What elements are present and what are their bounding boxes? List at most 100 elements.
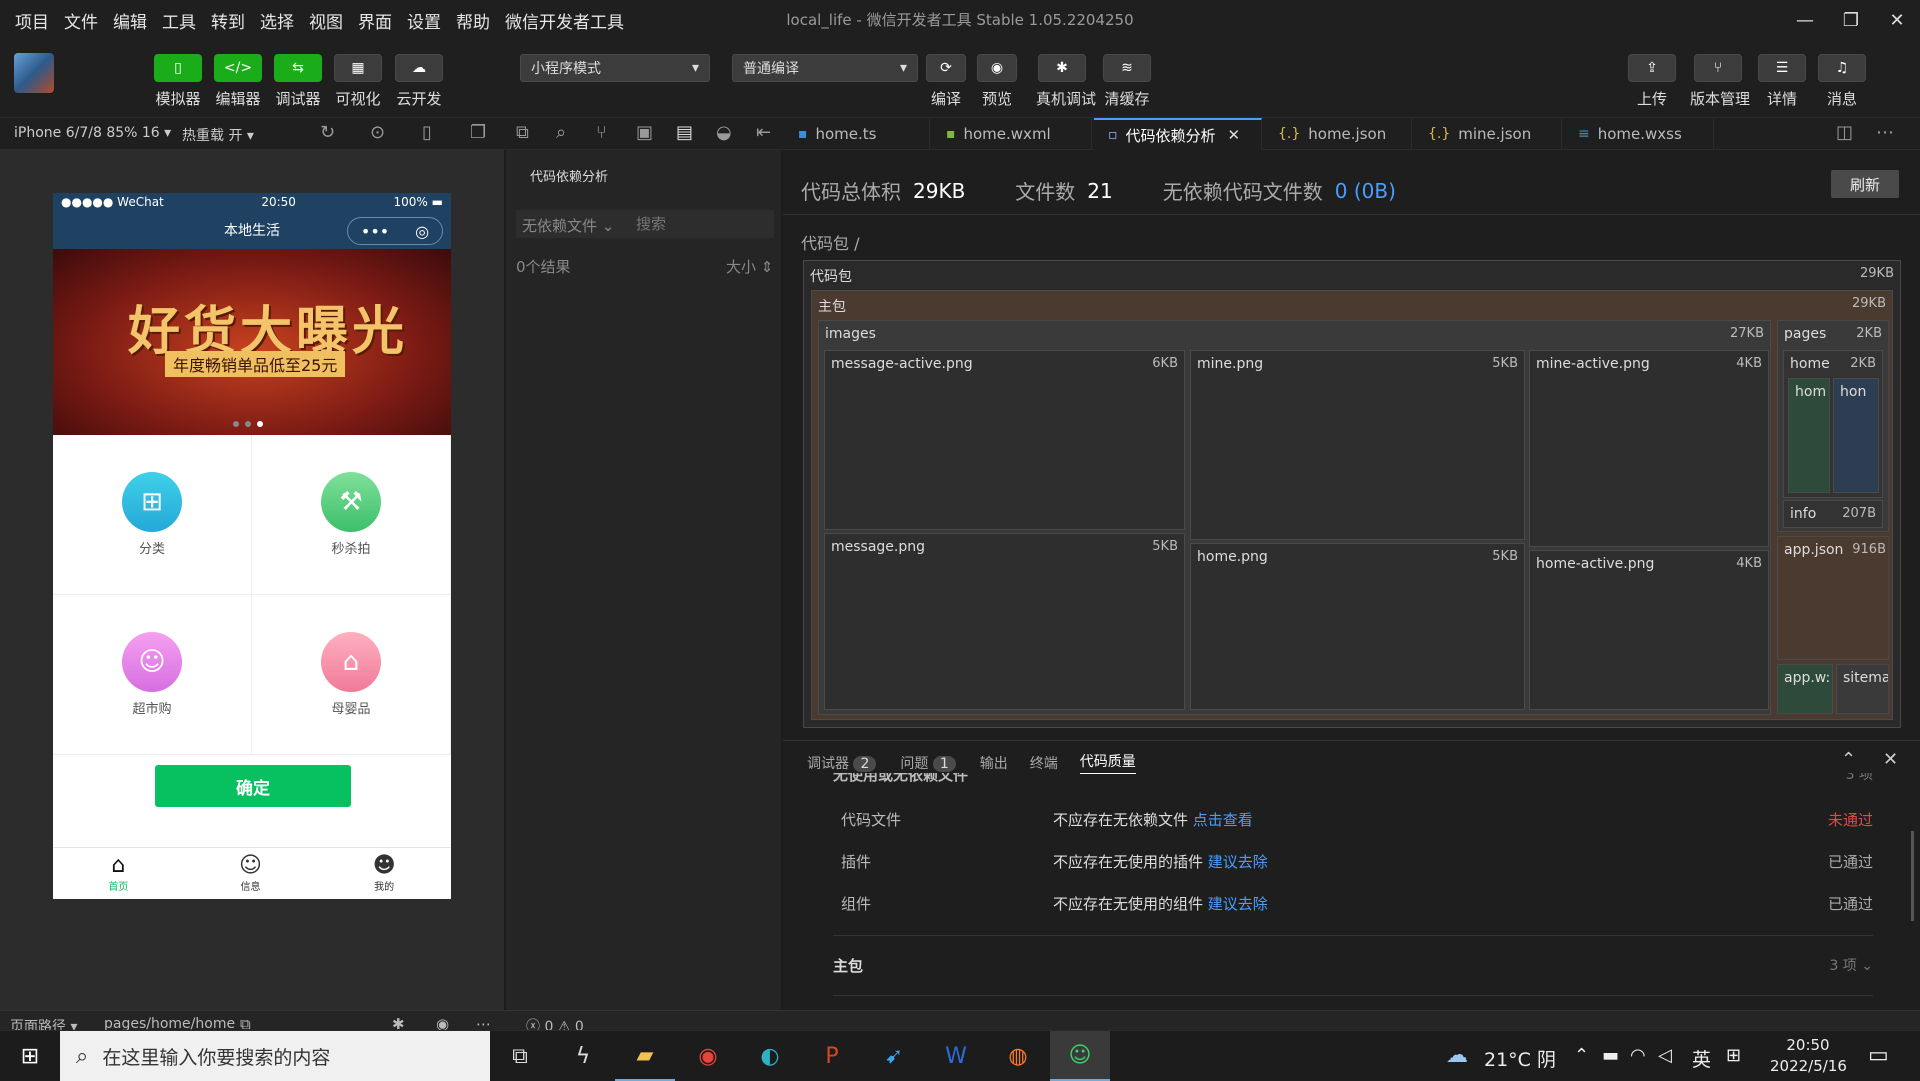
section-main-package[interactable]: 主包 3 项 ⌄ <box>833 947 1873 987</box>
tab-code-analysis[interactable]: ▫ 代码依赖分析 ✕ <box>1094 118 1262 150</box>
weather[interactable]: 21°C 阴 <box>1484 1045 1556 1072</box>
treemap-home-file[interactable]: hom <box>1788 378 1830 493</box>
suggest-link[interactable]: 建议去除 <box>1208 895 1268 913</box>
chevron-up-icon[interactable]: ⌃ <box>1574 1045 1589 1066</box>
search-input[interactable] <box>636 212 766 236</box>
target-icon[interactable]: ◎ <box>415 222 429 241</box>
editor-button[interactable]: </> 编辑器 <box>212 54 264 109</box>
mode-select[interactable]: 小程序模式 ▾ <box>520 54 710 82</box>
compile-select[interactable]: 普通编译 ▾ <box>732 54 918 82</box>
docker-icon[interactable]: ◒ <box>716 122 732 143</box>
tabbar-home[interactable]: ⌂ 首页 <box>108 854 128 894</box>
battery-icon[interactable]: ▬ <box>1602 1045 1619 1066</box>
cloud-button[interactable]: ☁ 云开发 <box>393 54 445 109</box>
extensions-icon[interactable]: ▣ <box>636 122 653 143</box>
git-icon[interactable]: ⑂ <box>596 122 607 143</box>
collapse-icon[interactable]: ⇤ <box>756 122 771 143</box>
view-link[interactable]: 点击查看 <box>1193 811 1253 829</box>
ime-mode-icon[interactable]: ⊞ <box>1726 1045 1741 1066</box>
treemap-app-json[interactable]: app.json 916B <box>1777 536 1889 660</box>
menu-select[interactable]: 选择 <box>260 8 294 33</box>
remote-debug-button[interactable]: ✱ 真机调试 <box>1036 54 1096 109</box>
menu-help[interactable]: 帮助 <box>456 8 490 33</box>
tab-home-wxml[interactable]: ▪ home.wxml <box>932 118 1092 150</box>
more-icon[interactable]: ⋯ <box>1876 122 1894 143</box>
messages-button[interactable]: ♫ 消息 <box>1816 54 1868 109</box>
confirm-button[interactable]: 确定 <box>155 765 351 807</box>
popout-icon[interactable]: ❐ <box>470 122 486 143</box>
treemap-file[interactable]: home.png 5KB <box>1190 543 1525 710</box>
tab-home-ts[interactable]: ▪ home.ts <box>784 118 930 150</box>
lightning-icon[interactable]: ϟ <box>553 1031 613 1081</box>
tabbar-message[interactable]: ☺ 信息 <box>239 854 262 894</box>
tab-terminal[interactable]: 终端 <box>1030 753 1058 773</box>
details-button[interactable]: ☰ 详情 <box>1756 54 1808 109</box>
search-icon[interactable]: ⌕ <box>556 122 566 143</box>
treemap-file[interactable]: home-active.png 4KB <box>1529 550 1769 710</box>
version-button[interactable]: ⑂ 版本管理 <box>1690 54 1750 109</box>
clock[interactable]: 20:50 2022/5/16 <box>1770 1035 1847 1077</box>
suggest-link[interactable]: 建议去除 <box>1208 853 1268 871</box>
treemap-file[interactable]: message.png 5KB <box>824 533 1185 710</box>
tab-debugger[interactable]: 调试器 2 <box>807 753 877 773</box>
menu-interface[interactable]: 界面 <box>358 8 392 33</box>
menu-devtools[interactable]: 微信开发者工具 <box>505 8 624 33</box>
upload-button[interactable]: ⇪ 上传 <box>1626 54 1678 109</box>
tab-mine-json[interactable]: {.} mine.json <box>1414 118 1562 150</box>
taskbar-search[interactable]: ⌕ 在这里输入你要搜索的内容 <box>60 1031 490 1081</box>
tabbar-mine[interactable]: ☻ 我的 <box>373 854 396 894</box>
treemap-file[interactable]: mine.png 5KB <box>1190 350 1525 540</box>
grid-item-flash-sale[interactable]: ⚒ 秒杀拍 <box>252 435 451 595</box>
compile-button[interactable]: ⟳ 编译 <box>920 54 972 109</box>
volume-icon[interactable]: ◁ <box>1658 1045 1672 1066</box>
capsule-menu[interactable]: ••• ◎ <box>347 217 443 245</box>
filter-select[interactable]: 无依赖文件 ⌄ <box>522 215 614 236</box>
edge-icon[interactable]: ◐ <box>740 1031 800 1081</box>
tab-home-json[interactable]: {.} home.json <box>1264 118 1412 150</box>
treemap-file[interactable]: message-active.png 6KB <box>824 350 1185 530</box>
split-editor-icon[interactable]: ◫ <box>1836 122 1853 143</box>
grid-item-supermarket[interactable]: ☺ 超市购 <box>53 595 252 755</box>
menu-project[interactable]: 项目 <box>15 8 49 33</box>
grid-item-baby[interactable]: ⌂ 母婴品 <box>252 595 451 755</box>
copy-icon[interactable]: ⧉ <box>516 122 529 143</box>
tab-code-quality[interactable]: 代码质量 <box>1079 751 1136 774</box>
close-panel-icon[interactable]: ✕ <box>1883 749 1898 770</box>
tab-home-wxss[interactable]: ≡ home.wxss <box>1564 118 1714 150</box>
tab-output[interactable]: 输出 <box>980 753 1008 773</box>
file-explorer-icon[interactable]: ▰ <box>615 1031 675 1081</box>
device-select[interactable]: iPhone 6/7/8 85% 16 ▾ <box>14 125 171 141</box>
dots-icon[interactable]: ••• <box>361 222 389 241</box>
debugger-button[interactable]: ⇆ 调试器 <box>272 54 324 109</box>
rotate-icon[interactable]: ↻ <box>320 122 335 143</box>
visual-button[interactable]: ▦ 可视化 <box>332 54 384 109</box>
menu-edit[interactable]: 编辑 <box>113 8 147 33</box>
analysis-icon[interactable]: ▤ <box>676 122 693 143</box>
grid-item-category[interactable]: ⊞ 分类 <box>53 435 252 595</box>
sort-select[interactable]: 大小 ⇕ <box>726 256 773 277</box>
task-view-icon[interactable]: ⧉ <box>490 1031 550 1081</box>
treemap-home-file[interactable]: hon <box>1833 378 1879 493</box>
chevron-up-icon[interactable]: ⌃ <box>1841 749 1856 770</box>
firefox-icon[interactable]: ◍ <box>988 1031 1048 1081</box>
notification-icon[interactable]: ▭ <box>1868 1043 1889 1068</box>
refresh-button[interactable]: 刷新 <box>1831 170 1899 198</box>
menu-goto[interactable]: 转到 <box>211 8 245 33</box>
swiper-banner[interactable]: 好货大曝光 年度畅销单品低至25元 <box>53 249 451 435</box>
bird-app-icon[interactable]: ➹ <box>864 1031 924 1081</box>
close-window-icon[interactable]: ✕ <box>1874 0 1920 40</box>
powerpoint-icon[interactable]: P <box>802 1031 862 1081</box>
tab-problems[interactable]: 问题 1 <box>900 753 956 773</box>
chrome-icon[interactable]: ◉ <box>678 1031 738 1081</box>
menu-view[interactable]: 视图 <box>309 8 343 33</box>
phone-icon[interactable]: ▯ <box>422 122 432 143</box>
treemap-file[interactable]: mine-active.png 4KB <box>1529 350 1769 547</box>
wifi-icon[interactable]: ◠ <box>1630 1045 1646 1066</box>
treemap-info[interactable]: info 207B <box>1783 500 1883 528</box>
scrollbar[interactable] <box>1911 831 1914 921</box>
ime-indicator[interactable]: 英 <box>1692 1045 1711 1072</box>
minimize-icon[interactable]: — <box>1782 0 1828 40</box>
menu-file[interactable]: 文件 <box>64 8 98 33</box>
stop-icon[interactable]: ⊙ <box>370 122 385 143</box>
hot-reload-toggle[interactable]: 热重载 开 ▾ <box>182 125 254 145</box>
